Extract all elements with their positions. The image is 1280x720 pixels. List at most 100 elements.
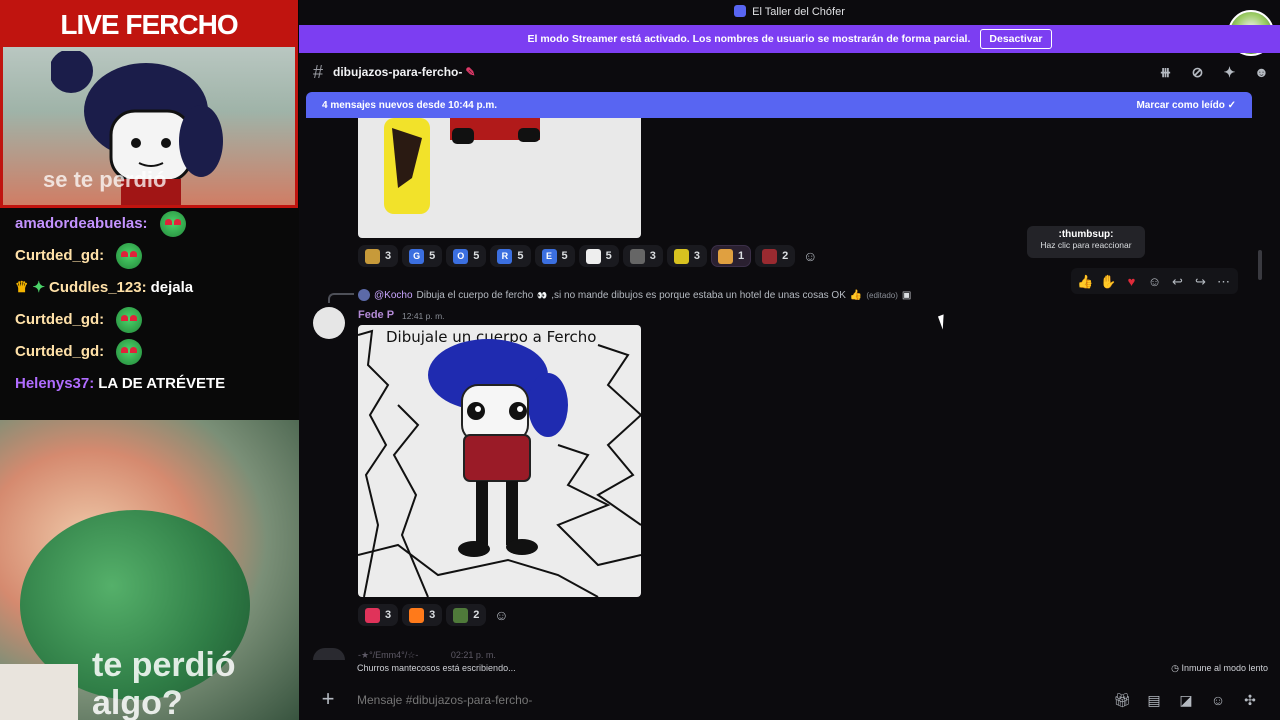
- sticker-icon[interactable]: ◪: [1177, 691, 1195, 709]
- face-sticker-icon: [762, 248, 778, 264]
- eyes-emoji-icon: [585, 248, 601, 264]
- chat-message: Curtded_gd:: [15, 336, 284, 368]
- reaction-count: 5: [561, 250, 568, 262]
- chat-username[interactable]: Cuddles_123:: [49, 272, 147, 304]
- message-author-avatar[interactable]: [313, 307, 345, 339]
- chat-message: Helenys37: LA DE ATRÉVETE: [15, 368, 284, 400]
- reaction-count: 5: [605, 250, 612, 262]
- disable-streamer-mode-button[interactable]: Desactivar: [980, 29, 1052, 49]
- typing-indicator: Churros mantecosos está escribiendo...: [357, 663, 516, 673]
- reaction-button[interactable]: 3: [622, 245, 663, 267]
- heart-eyes-emote-icon: [116, 339, 143, 365]
- add-reaction-icon[interactable]: ☺: [799, 245, 821, 267]
- reaction-count: 1: [738, 250, 745, 262]
- chat-username[interactable]: Curtded_gd:: [15, 240, 104, 272]
- more-options-icon[interactable]: ⋯: [1215, 273, 1232, 290]
- clock-icon: ◷: [1171, 663, 1182, 673]
- forward-icon[interactable]: ↪: [1192, 273, 1209, 290]
- chat-username[interactable]: amadordeabuelas:: [15, 208, 148, 240]
- heart-reaction-icon[interactable]: ♥: [1123, 273, 1140, 290]
- stream-chat: amadordeabuelas: Curtded_gd: ♛ ✦ Cuddles_123…: [0, 208, 299, 420]
- message-author-name[interactable]: Fede P: [358, 309, 394, 321]
- add-reaction-icon[interactable]: ☺: [490, 604, 512, 626]
- reply-preview[interactable]: @Kocho Dibuja el cuerpo de fercho 👀 ,si …: [358, 289, 911, 301]
- reaction-button[interactable]: E5: [534, 245, 575, 267]
- member-list-icon[interactable]: ☻: [1253, 64, 1270, 80]
- sub-badge-icon: ✦: [32, 279, 46, 296]
- reaction-count: 5: [517, 250, 524, 262]
- letter-r-icon: R: [497, 248, 513, 264]
- scrollbar-thumb[interactable]: [1258, 250, 1262, 280]
- apps-icon[interactable]: ✣: [1241, 691, 1259, 709]
- reaction-button[interactable]: 1: [711, 245, 752, 267]
- image-attachment-icon: ▣: [901, 289, 912, 301]
- reaction-count: 3: [429, 609, 436, 621]
- fire-emoji-icon: [409, 607, 425, 623]
- message-input[interactable]: [357, 693, 1113, 707]
- mark-as-read-button[interactable]: Marcar como leído ✓: [1136, 100, 1236, 111]
- reaction-button[interactable]: 3: [358, 604, 399, 626]
- chat-message: amadordeabuelas:: [15, 208, 284, 240]
- hash-icon: #: [313, 61, 324, 82]
- reaction-button[interactable]: 3: [666, 245, 707, 267]
- palette-emoji-icon: ✎: [465, 65, 476, 79]
- reaction-button[interactable]: 2: [446, 604, 487, 626]
- stream-title: LIVE FERCHO REACTION: [3, 3, 295, 84]
- attach-plus-icon[interactable]: +: [315, 687, 341, 713]
- mark-read-icon: ✓: [1227, 99, 1236, 111]
- pin-icon[interactable]: ✦: [1221, 64, 1238, 80]
- reply-text: Dibuja el cuerpo de fercho: [416, 289, 534, 301]
- chat-message: Curtded_gd:: [15, 304, 284, 336]
- thumbsup-emoji-icon: 👍: [849, 289, 863, 301]
- skull-sticker-icon: [629, 248, 645, 264]
- emoji-icon[interactable]: ☺: [1209, 691, 1227, 709]
- turtle-sticker-icon: [453, 607, 469, 623]
- streamer-mode-banner: El modo Streamer está activado. Los nomb…: [299, 25, 1280, 53]
- drawing-illustration: [358, 329, 641, 597]
- add-reaction-icon[interactable]: ☺: [1146, 273, 1163, 290]
- threads-icon[interactable]: ⧻: [1157, 64, 1174, 80]
- chat-message: ♛ ✦ Cuddles_123: dejala: [15, 272, 284, 304]
- window-titlebar: El Taller del Chófer: [299, 0, 1280, 25]
- thumbsup-reaction-icon[interactable]: 👍: [1077, 273, 1094, 290]
- chat-username[interactable]: Curtded_gd:: [15, 304, 104, 336]
- reaction-button[interactable]: 2: [755, 245, 796, 267]
- drawing-fragment: [384, 118, 540, 214]
- edited-label: (editado): [866, 290, 898, 300]
- next-message-avatar: [313, 648, 345, 660]
- gift-icon[interactable]: 🎁︎: [1113, 691, 1131, 709]
- reaction-button[interactable]: 3: [402, 604, 443, 626]
- drawing-image[interactable]: Dibujale un cuerpo a Fercho: [358, 325, 641, 597]
- reply-connector: [328, 293, 354, 303]
- reaction-count: 2: [782, 250, 789, 262]
- reply-icon[interactable]: ↩: [1169, 273, 1186, 290]
- watermark-logo: [0, 664, 78, 720]
- reaction-button[interactable]: 3: [358, 245, 399, 267]
- chat-message: Curtded_gd:: [15, 240, 284, 272]
- typing-indicator-bar: Churros mantecosos está escribiendo... ◷…: [299, 660, 1280, 678]
- window-title: El Taller del Chófer: [752, 6, 845, 18]
- new-messages-bar[interactable]: 4 mensajes nuevos desde 10:44 p.m. Marca…: [306, 92, 1252, 118]
- reaction-button[interactable]: R5: [490, 245, 531, 267]
- reaction-count: 3: [649, 250, 656, 262]
- chat-username[interactable]: Helenys37:: [15, 368, 94, 400]
- new-messages-text: 4 mensajes nuevos desde 10:44 p.m.: [322, 99, 498, 111]
- reaction-button[interactable]: 5: [578, 245, 619, 267]
- previous-drawing-image[interactable]: [358, 118, 641, 238]
- reactions-row-bottom: 3 3 2 ☺: [358, 604, 512, 626]
- heart-eyes-emote-icon: [116, 243, 143, 269]
- composer-toolbar: 🎁︎ ▤ ◪ ☺ ✣: [1113, 691, 1259, 709]
- mute-bell-icon[interactable]: ⊘: [1189, 64, 1206, 80]
- reaction-button[interactable]: G5: [402, 245, 443, 267]
- heart-eyes-emote-icon: [116, 307, 143, 333]
- gif-icon[interactable]: ▤: [1145, 691, 1163, 709]
- reaction-count: 5: [473, 250, 480, 262]
- reaction-count: 2: [473, 609, 480, 621]
- crown-badge-icon: ♛: [15, 279, 29, 296]
- reaction-button[interactable]: O5: [446, 245, 487, 267]
- clapping-reaction-icon[interactable]: ✋: [1100, 273, 1117, 290]
- message-feed: 3 G 5 O 5 R 5 E 5 5 3 3 1 2 ☺ @Kocho Dibuja el cuerpo …: [299, 118, 1280, 638]
- chat-username[interactable]: Curtded_gd:: [15, 336, 104, 368]
- reaction-tooltip: :thumbsup: Haz clic para reaccionar: [1027, 226, 1145, 258]
- webcam-panel: LIVE FERCHO REACTION se te perdió: [0, 0, 298, 208]
